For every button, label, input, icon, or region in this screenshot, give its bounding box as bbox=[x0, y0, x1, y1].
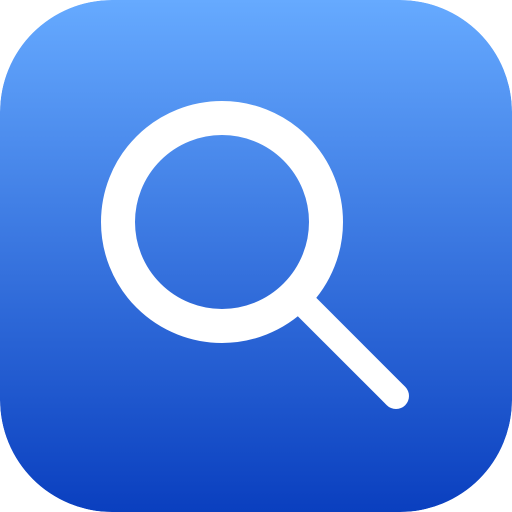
icon-background bbox=[0, 0, 512, 512]
app-icon-graphic bbox=[0, 0, 512, 512]
app-icon[interactable] bbox=[0, 0, 512, 512]
